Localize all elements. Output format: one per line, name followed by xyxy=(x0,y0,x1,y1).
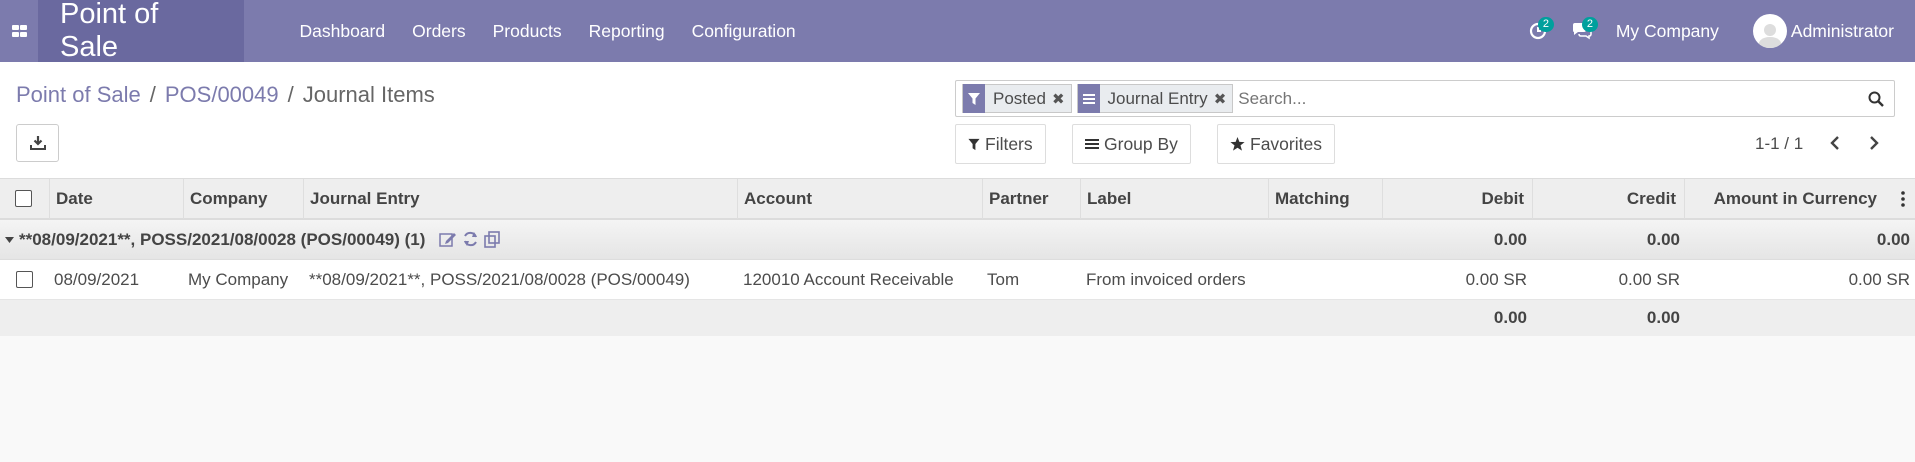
cell-label: From invoiced orders xyxy=(1086,269,1246,289)
totals-row: 0.00 0.00 xyxy=(0,300,1915,336)
copy-icon[interactable] xyxy=(484,231,501,248)
menu-item-products[interactable]: Products xyxy=(479,21,575,42)
breadcrumb-separator: / xyxy=(287,82,294,107)
facet-value: Posted xyxy=(993,88,1046,108)
row-checkbox[interactable] xyxy=(16,271,33,288)
cell-company: My Company xyxy=(188,269,289,289)
select-all-cell xyxy=(0,179,50,219)
cell-credit: 0.00 SR xyxy=(1618,269,1680,289)
group-amount-in-currency: 0.00 xyxy=(1876,229,1910,249)
avatar xyxy=(1752,14,1787,48)
caret-down-icon xyxy=(5,220,14,259)
column-header-amount-in-currency[interactable]: Amount in Currency xyxy=(1685,179,1885,219)
total-debit: 0.00 xyxy=(1493,308,1527,327)
apps-menu-icon[interactable] xyxy=(0,0,38,62)
column-header-credit[interactable]: Credit xyxy=(1533,179,1685,219)
favorites-label: Favorites xyxy=(1250,133,1322,154)
table-row[interactable]: 08/09/2021 My Company **08/09/2021**, PO… xyxy=(0,260,1915,300)
refresh-icon[interactable] xyxy=(462,231,479,247)
page-title: Journal Items xyxy=(302,82,435,107)
bars-icon xyxy=(1085,138,1099,150)
menu-item-dashboard[interactable]: Dashboard xyxy=(286,21,399,42)
main-menu: Dashboard Orders Products Reporting Conf… xyxy=(286,21,809,42)
group-by-label: Group By xyxy=(1104,133,1178,154)
total-credit: 0.00 xyxy=(1646,308,1680,327)
star-icon xyxy=(1230,137,1245,151)
cell-amount-in-currency: 0.00 SR xyxy=(1848,269,1910,289)
messages-badge: 2 xyxy=(1581,17,1598,32)
empty-list-area xyxy=(0,336,1915,462)
app-brand[interactable]: Point of Sale xyxy=(38,0,244,63)
cell-account: 120010 Account Receivable xyxy=(743,269,954,289)
activity-icon[interactable]: 2 xyxy=(1516,0,1560,62)
group-actions xyxy=(439,231,501,248)
top-navbar: Point of Sale Dashboard Orders Products … xyxy=(0,0,1915,63)
column-header-partner[interactable]: Partner xyxy=(983,179,1081,219)
row-select-cell xyxy=(16,260,33,299)
download-icon xyxy=(29,136,46,150)
column-header-journal-entry[interactable]: Journal Entry xyxy=(304,179,738,219)
filters-label: Filters xyxy=(985,133,1033,154)
column-header-matching[interactable]: Matching xyxy=(1269,179,1383,219)
edit-icon[interactable] xyxy=(439,231,457,247)
chevron-right-icon[interactable] xyxy=(1862,130,1886,156)
column-header-debit[interactable]: Debit xyxy=(1383,179,1533,219)
facet-journal-entry[interactable]: Journal Entry ✖ xyxy=(1076,84,1234,113)
cell-date: 08/09/2021 xyxy=(54,269,140,289)
pager-value[interactable]: 1-1 / 1 xyxy=(1755,134,1803,154)
chevron-left-icon[interactable] xyxy=(1823,130,1847,156)
search-bar: Posted ✖ Journal Entry ✖ xyxy=(955,80,1895,117)
user-name: Administrator xyxy=(1790,20,1894,41)
column-header-label[interactable]: Label xyxy=(1081,179,1269,219)
breadcrumb-separator: / xyxy=(149,82,156,107)
facet-value: Journal Entry xyxy=(1107,88,1208,108)
group-label: **08/09/2021**, POSS/2021/08/0028 (POS/0… xyxy=(19,229,426,249)
column-header-account[interactable]: Account xyxy=(738,179,983,219)
table-header: Date Company Journal Entry Account Partn… xyxy=(0,178,1915,220)
group-row[interactable]: **08/09/2021**, POSS/2021/08/0028 (POS/0… xyxy=(0,220,1915,260)
facet-posted[interactable]: Posted ✖ xyxy=(962,84,1072,113)
activity-badge: 2 xyxy=(1537,17,1554,32)
journal-items-table: Date Company Journal Entry Account Partn… xyxy=(0,178,1915,336)
breadcrumb-point-of-sale[interactable]: Point of Sale xyxy=(16,82,141,108)
group-by-icon xyxy=(1077,84,1100,113)
filter-icon xyxy=(963,84,985,113)
menu-item-configuration[interactable]: Configuration xyxy=(678,21,809,42)
search-input[interactable] xyxy=(1238,83,1858,114)
cell-debit: 0.00 SR xyxy=(1465,269,1527,289)
menu-item-orders[interactable]: Orders xyxy=(399,21,479,42)
remove-facet-icon[interactable]: ✖ xyxy=(1214,90,1233,108)
column-header-date[interactable]: Date xyxy=(50,179,184,219)
group-label-cell: **08/09/2021**, POSS/2021/08/0028 (POS/0… xyxy=(19,220,501,259)
cell-partner: Tom xyxy=(987,269,1020,289)
group-by-button[interactable]: Group By xyxy=(1072,124,1191,164)
remove-facet-icon[interactable]: ✖ xyxy=(1052,90,1071,108)
optional-columns-icon[interactable] xyxy=(1894,179,1915,219)
select-all-checkbox[interactable] xyxy=(15,190,32,207)
favorites-button[interactable]: Favorites xyxy=(1217,124,1335,164)
filter-icon xyxy=(968,138,980,151)
export-button[interactable] xyxy=(16,124,59,162)
cell-journal-entry: **08/09/2021**, POSS/2021/08/0028 (POS/0… xyxy=(309,269,690,289)
group-credit: 0.00 xyxy=(1646,229,1680,249)
column-header-company[interactable]: Company xyxy=(184,179,304,219)
group-debit: 0.00 xyxy=(1493,229,1527,249)
menu-item-reporting[interactable]: Reporting xyxy=(575,21,678,42)
search-icon[interactable] xyxy=(1858,91,1894,107)
breadcrumb-pos-order[interactable]: POS/00049 xyxy=(165,82,279,108)
messages-icon[interactable]: 2 xyxy=(1560,0,1604,62)
breadcrumb: Point of Sale / POS/00049 / Journal Item… xyxy=(16,82,435,108)
filters-button[interactable]: Filters xyxy=(955,124,1046,164)
company-switcher[interactable]: My Company xyxy=(1604,21,1753,42)
user-menu[interactable]: Administrator xyxy=(1752,14,1915,48)
